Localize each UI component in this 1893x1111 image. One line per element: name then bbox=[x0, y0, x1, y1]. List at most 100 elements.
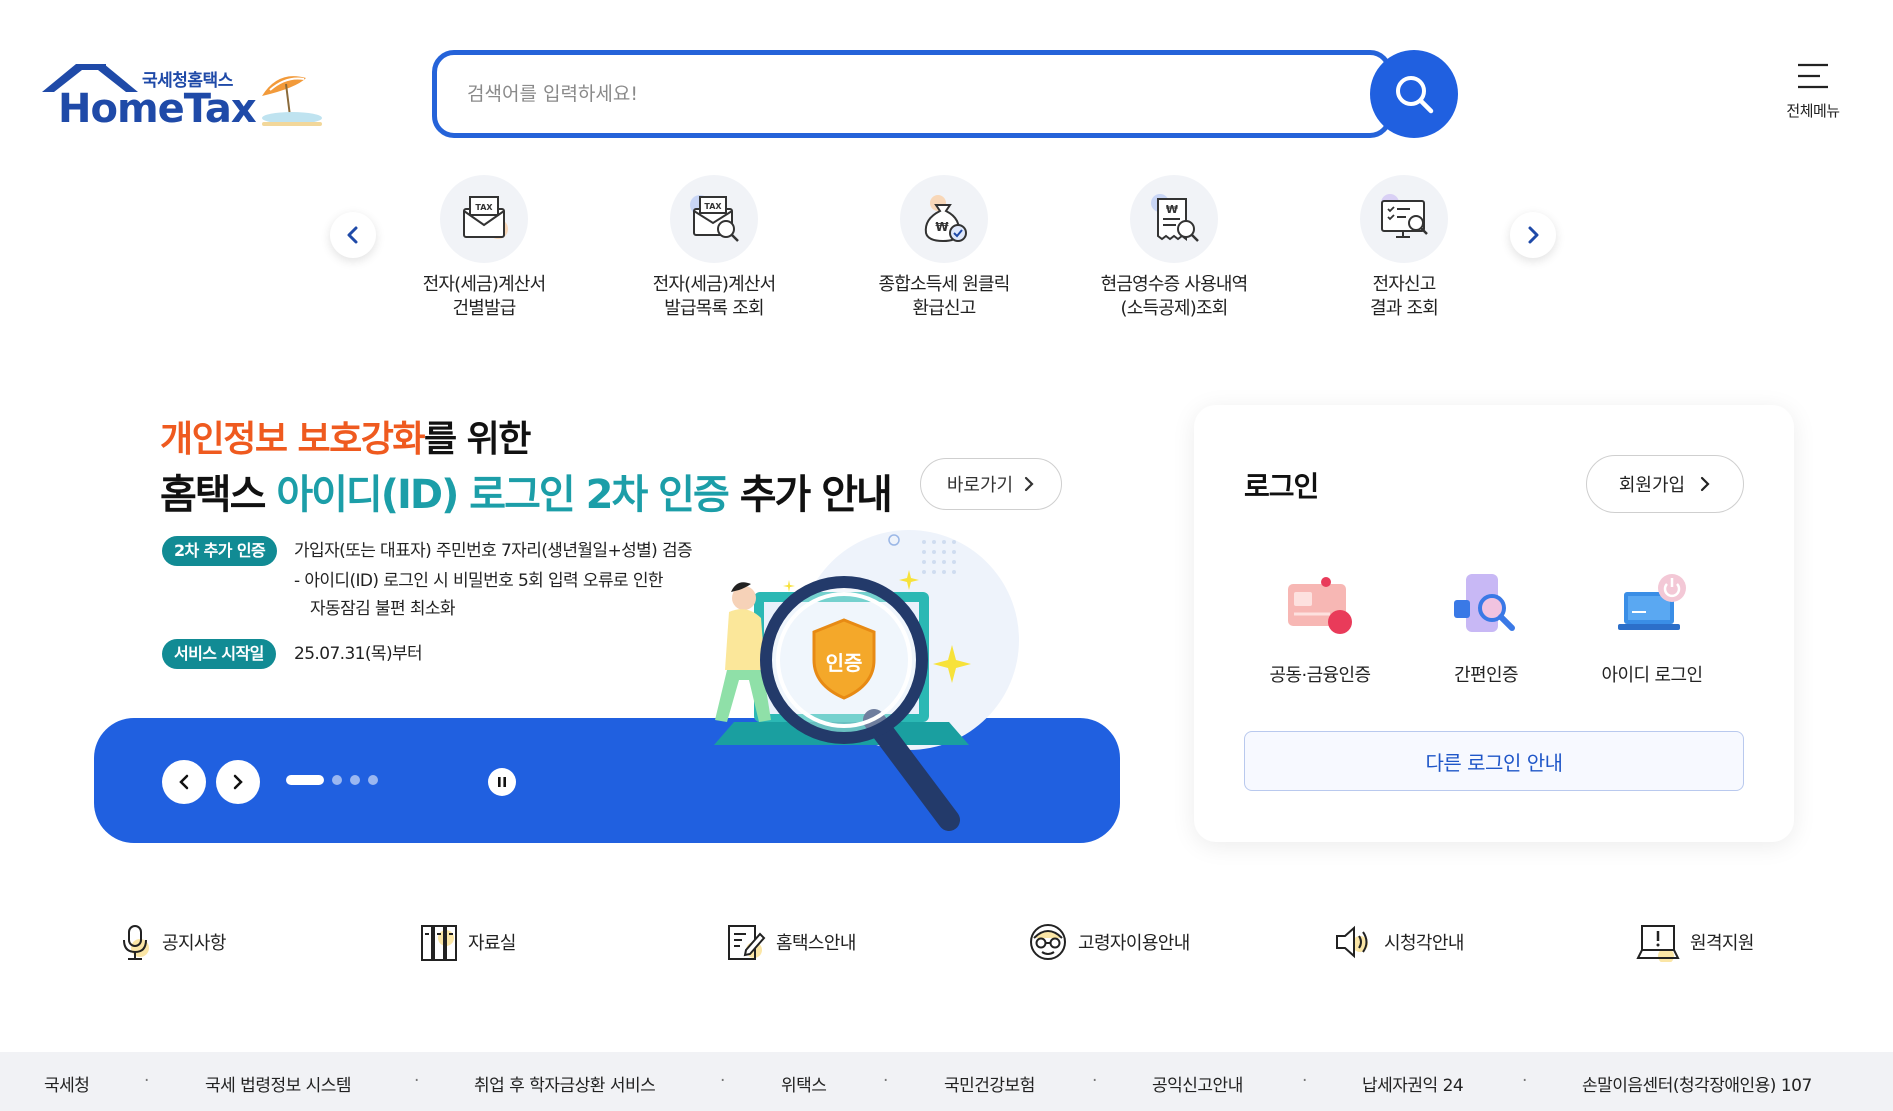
banner-page-dot[interactable] bbox=[368, 775, 378, 785]
footer-link[interactable]: 위택스 bbox=[781, 1071, 827, 1096]
login-method-label: 공동·금융인증 bbox=[1269, 665, 1371, 686]
footer-separator: · bbox=[883, 1071, 889, 1091]
search-input[interactable] bbox=[467, 75, 1267, 113]
login-method-id[interactable]: 아이디 로그인 bbox=[1572, 565, 1732, 687]
quick-menu-icon-wrap: TAX bbox=[440, 175, 528, 263]
link-label: 고령자이용안내 bbox=[1078, 933, 1190, 954]
footer-link[interactable]: 손말이음센터(청각장애인용) 107 bbox=[1582, 1071, 1812, 1096]
all-menu-button[interactable]: 전체메뉴 bbox=[1778, 62, 1848, 121]
footer-separator: · bbox=[1522, 1071, 1528, 1091]
banner-text-3: 자동잠김 불편 최소화 bbox=[310, 599, 456, 619]
svg-text:₩: ₩ bbox=[935, 220, 949, 234]
footer-separator: · bbox=[720, 1071, 726, 1091]
main-banner: 개인정보 보호강화를 위한 홈택스 아이디(ID) 로그인 2차 인증 추가 안… bbox=[94, 400, 1120, 843]
link-label: 시청각안내 bbox=[1384, 933, 1464, 954]
chevron-right-icon bbox=[1528, 226, 1539, 244]
banner-go-button[interactable]: 바로가기 bbox=[920, 458, 1062, 510]
chevron-right-icon bbox=[1701, 476, 1710, 492]
banner-pause-button[interactable] bbox=[488, 768, 516, 796]
link-label: 원격지원 bbox=[1690, 933, 1754, 954]
link-label: 공지사항 bbox=[162, 933, 226, 954]
banner-page-dot[interactable] bbox=[286, 775, 324, 785]
footer-link[interactable]: 국세청 bbox=[44, 1071, 90, 1096]
quick-menu-label: 전자(세금)계산서 발급목록 조회 bbox=[652, 274, 777, 319]
banner-prev-button[interactable] bbox=[162, 760, 206, 804]
money-bag-icon: ₩ bbox=[924, 195, 967, 243]
quick-menu-item-income-tax-refund[interactable]: ₩ 종합소득세 원클릭 환급신고 bbox=[849, 175, 1039, 321]
auth-illustration: 인증 bbox=[714, 530, 1019, 831]
chevron-right-icon bbox=[1025, 476, 1034, 492]
footer-separator: · bbox=[1302, 1071, 1308, 1091]
link-archive[interactable]: 자료실 bbox=[420, 922, 516, 962]
quick-menu-item-invoice-list[interactable]: TAX 전자(세금)계산서 발급목록 조회 bbox=[619, 175, 809, 321]
banner-pagination bbox=[286, 775, 378, 785]
pause-icon bbox=[498, 777, 506, 787]
footer-link[interactable]: 국민건강보험 bbox=[944, 1071, 1035, 1096]
signup-label: 회원가입 bbox=[1618, 475, 1686, 496]
quick-menu-item-cash-receipt[interactable]: ₩ 현금영수증 사용내역 (소득공제)조회 bbox=[1079, 175, 1269, 321]
svg-text:TAX: TAX bbox=[704, 202, 722, 211]
footer-link[interactable]: 납세자권익 24 bbox=[1362, 1071, 1464, 1096]
hamburger-icon bbox=[1798, 63, 1828, 89]
quick-menu-icon-wrap: ₩ bbox=[900, 175, 988, 263]
banner-text-date: 25.07.31(목)부터 bbox=[294, 644, 423, 664]
link-hometax-guide[interactable]: 홈택스안내 bbox=[726, 922, 856, 962]
all-menu-label: 전체메뉴 bbox=[1786, 102, 1840, 120]
tax-search-icon: TAX bbox=[690, 195, 739, 242]
phone-search-icon bbox=[1454, 574, 1515, 632]
quick-menu-label: 종합소득세 원클릭 환급신고 bbox=[878, 274, 1010, 319]
quick-menu-prev-button[interactable] bbox=[330, 212, 376, 258]
svg-text:TAX: TAX bbox=[475, 203, 493, 212]
footer-separator: · bbox=[144, 1071, 150, 1091]
monitor-check-icon bbox=[1381, 194, 1428, 238]
quick-menu-icon-wrap bbox=[1360, 175, 1448, 263]
chevron-right-icon bbox=[233, 774, 243, 790]
footer-related-sites: 국세청 · 국세 법령정보 시스템 · 취업 후 학자금상환 서비스 · 위택스… bbox=[0, 1052, 1893, 1111]
receipt-search-icon: ₩ bbox=[1151, 194, 1199, 242]
quick-menu-item-e-filing-result[interactable]: 전자신고 결과 조회 bbox=[1309, 175, 1499, 321]
link-audiovisual-guide[interactable]: 시청각안내 bbox=[1334, 922, 1464, 962]
footer-link[interactable]: 공익신고안내 bbox=[1152, 1071, 1243, 1096]
laptop-power-icon bbox=[1618, 574, 1686, 630]
link-notice[interactable]: 공지사항 bbox=[118, 922, 226, 962]
quick-menu-label: 현금영수증 사용내역 (소득공제)조회 bbox=[1100, 274, 1249, 319]
login-method-certificate[interactable]: 공동·금융인증 bbox=[1240, 565, 1400, 687]
monitor-alert-icon bbox=[1636, 925, 1680, 962]
certificate-card-icon bbox=[1288, 577, 1352, 634]
logo-title: HomeTax bbox=[58, 86, 257, 132]
banner-text-1: 가입자(또는 대표자) 주민번호 7자리(생년월일+성별) 검증 bbox=[294, 541, 693, 561]
banner-tag-2fa: 2차 추가 인증 bbox=[162, 536, 278, 566]
tax-envelope-icon: TAX bbox=[463, 196, 508, 239]
banner-page-dot[interactable] bbox=[332, 775, 342, 785]
banner-headline-1: 개인정보 보호강화를 위한 bbox=[160, 419, 531, 460]
login-method-label: 간편인증 bbox=[1454, 665, 1518, 686]
banner-headline-2: 홈택스 아이디(ID) 로그인 2차 인증 추가 안내 bbox=[160, 472, 893, 518]
signup-button[interactable]: 회원가입 bbox=[1586, 455, 1744, 513]
login-method-label: 아이디 로그인 bbox=[1601, 665, 1703, 686]
quick-menu-icon-wrap: TAX bbox=[670, 175, 758, 263]
search-box bbox=[432, 50, 1392, 138]
link-remote-support[interactable]: 원격지원 bbox=[1636, 922, 1754, 962]
link-label: 홈택스안내 bbox=[776, 933, 856, 954]
document-edit-icon bbox=[728, 925, 766, 960]
footer-link[interactable]: 국세 법령정보 시스템 bbox=[205, 1071, 352, 1096]
login-method-simple[interactable]: 간편인증 bbox=[1406, 565, 1566, 687]
banner-page-dot[interactable] bbox=[350, 775, 360, 785]
chevron-left-icon bbox=[179, 774, 189, 790]
quick-menu-next-button[interactable] bbox=[1510, 212, 1556, 258]
banner-text-2: - 아이디(ID) 로그인 시 비밀번호 5회 입력 오류로 인한 bbox=[294, 571, 664, 591]
link-senior-guide[interactable]: 고령자이용안내 bbox=[1028, 922, 1190, 962]
link-label: 자료실 bbox=[468, 933, 516, 954]
search-icon bbox=[1396, 76, 1434, 114]
hometax-logo[interactable]: 국세청홈택스 HomeTax bbox=[42, 60, 332, 135]
quick-menu-icon-wrap: ₩ bbox=[1130, 175, 1218, 263]
other-login-button[interactable]: 다른 로그인 안내 bbox=[1244, 731, 1744, 791]
search-button[interactable] bbox=[1370, 50, 1458, 138]
speaker-icon bbox=[1336, 925, 1368, 959]
quick-menu-item-invoice-issue[interactable]: TAX 전자(세금)계산서 건별발급 bbox=[389, 175, 579, 321]
archive-icon bbox=[421, 925, 457, 961]
footer-link[interactable]: 취업 후 학자금상환 서비스 bbox=[474, 1071, 656, 1096]
quick-menu-label: 전자(세금)계산서 건별발급 bbox=[422, 274, 547, 319]
footer-separator: · bbox=[1092, 1071, 1098, 1091]
banner-next-button[interactable] bbox=[216, 760, 260, 804]
